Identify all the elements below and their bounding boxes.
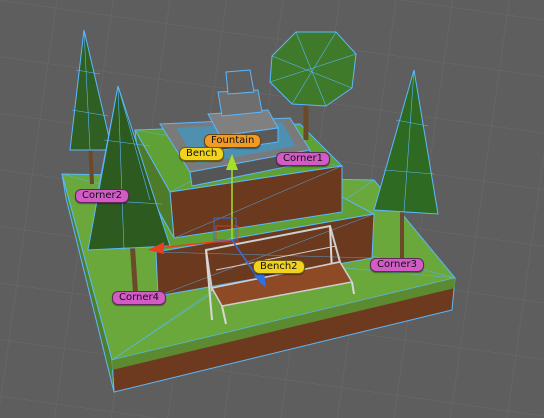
corner4-label[interactable]: Corner4: [112, 291, 166, 305]
scene-canvas[interactable]: [0, 0, 544, 418]
corner2-label[interactable]: Corner2: [75, 189, 129, 203]
corner3-label[interactable]: Corner3: [370, 258, 424, 272]
bench2-label[interactable]: Bench2: [253, 260, 305, 274]
corner1-label[interactable]: Corner1: [276, 152, 330, 166]
fountain-label[interactable]: Fountain: [204, 134, 262, 148]
bench-label[interactable]: Bench: [179, 147, 225, 161]
scene-viewport[interactable]: Fountain Bench Corner1 Corner2 Bench2 Co…: [0, 0, 544, 418]
